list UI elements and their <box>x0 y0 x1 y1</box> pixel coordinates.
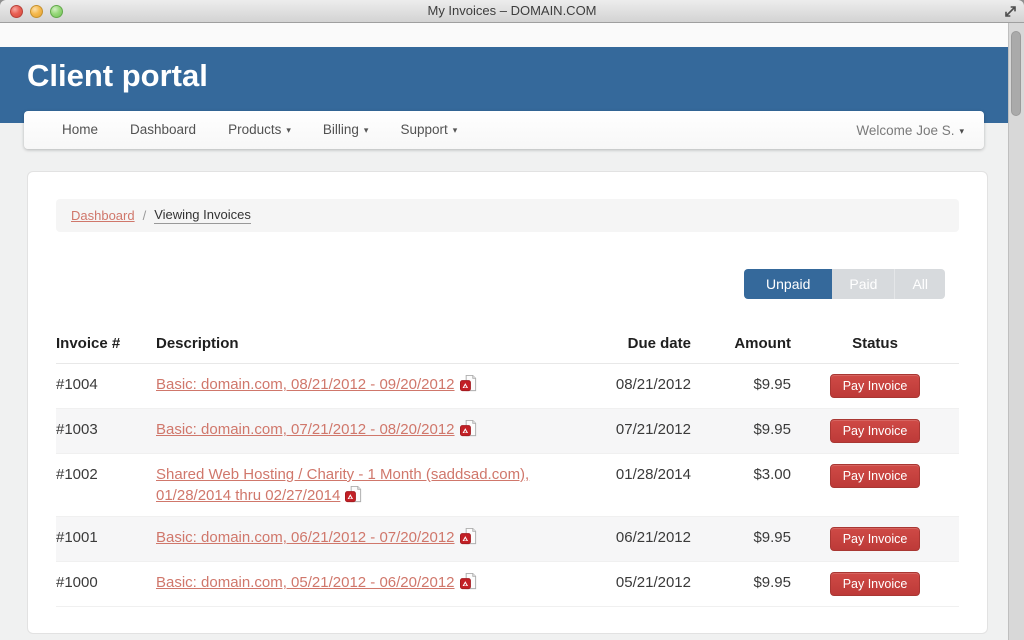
invoice-description-link[interactable]: Basic: domain.com, 07/21/2012 - 08/20/20… <box>156 421 455 438</box>
pdf-icon[interactable] <box>460 527 478 546</box>
page-title: Client portal <box>0 47 1008 93</box>
breadcrumb: Dashboard / Viewing Invoices <box>56 199 959 232</box>
pdf-icon[interactable] <box>460 374 478 393</box>
invoice-row: #1001 Basic: domain.com, 06/21/2012 - 07… <box>56 517 959 562</box>
breadcrumb-separator: / <box>143 208 147 223</box>
invoice-description-link[interactable]: Basic: domain.com, 08/21/2012 - 09/20/20… <box>156 376 455 393</box>
invoice-due-date: 08/21/2012 <box>576 364 691 409</box>
window-titlebar: My Invoices – DOMAIN.COM <box>0 0 1024 23</box>
main-navbar: Home Dashboard Products▾ Billing▾ Suppor… <box>24 111 984 149</box>
table-header-row: Invoice # Description Due date Amount St… <box>56 329 959 364</box>
browser-window: My Invoices – DOMAIN.COM Client portal H… <box>0 0 1024 640</box>
invoice-description-link[interactable]: Basic: domain.com, 06/21/2012 - 07/20/20… <box>156 529 455 546</box>
invoice-due-date: 07/21/2012 <box>576 409 691 454</box>
invoice-number: #1004 <box>56 364 156 409</box>
breadcrumb-dashboard-link[interactable]: Dashboard <box>71 208 135 223</box>
chevron-down-icon: ▾ <box>286 111 291 149</box>
invoice-due-date: 05/21/2012 <box>576 562 691 607</box>
pdf-icon[interactable] <box>460 419 478 438</box>
col-header-amount: Amount <box>691 329 791 364</box>
invoice-number: #1003 <box>56 409 156 454</box>
col-header-due-date: Due date <box>576 329 691 364</box>
fullscreen-resize-icon[interactable] <box>1003 4 1018 19</box>
pdf-icon[interactable] <box>460 572 478 591</box>
pay-invoice-button[interactable]: Pay Invoice <box>830 464 921 488</box>
invoice-row: #1004 Basic: domain.com, 08/21/2012 - 09… <box>56 364 959 409</box>
invoices-table: Invoice # Description Due date Amount St… <box>56 329 959 607</box>
col-header-invoice: Invoice # <box>56 329 156 364</box>
invoice-row: #1002 Shared Web Hosting / Charity - 1 M… <box>56 454 959 517</box>
invoice-amount: $3.00 <box>691 454 791 517</box>
invoice-amount: $9.95 <box>691 364 791 409</box>
nav-item-support[interactable]: Support▾ <box>384 111 473 149</box>
browser-scrollbar[interactable] <box>1008 23 1024 640</box>
filter-all-button[interactable]: All <box>894 269 945 299</box>
scrollbar-thumb[interactable] <box>1011 31 1021 116</box>
invoice-number: #1001 <box>56 517 156 562</box>
breadcrumb-current: Viewing Invoices <box>154 207 251 224</box>
filter-paid-button[interactable]: Paid <box>832 269 894 299</box>
nav-item-dashboard[interactable]: Dashboard <box>114 111 212 149</box>
invoice-row: #1003 Basic: domain.com, 07/21/2012 - 08… <box>56 409 959 454</box>
invoice-amount: $9.95 <box>691 562 791 607</box>
page-top-strip <box>0 23 1008 47</box>
invoice-due-date: 06/21/2012 <box>576 517 691 562</box>
invoice-amount: $9.95 <box>691 517 791 562</box>
pay-invoice-button[interactable]: Pay Invoice <box>830 374 921 398</box>
nav-item-billing[interactable]: Billing▾ <box>307 111 385 149</box>
nav-item-home[interactable]: Home <box>46 111 114 149</box>
filter-unpaid-button[interactable]: Unpaid <box>744 269 832 299</box>
pay-invoice-button[interactable]: Pay Invoice <box>830 527 921 551</box>
window-title: My Invoices – DOMAIN.COM <box>0 0 1024 22</box>
col-header-status: Status <box>791 329 959 364</box>
invoice-description-link[interactable]: Basic: domain.com, 05/21/2012 - 06/20/20… <box>156 574 455 591</box>
content-card: Dashboard / Viewing Invoices Unpaid Paid… <box>27 171 988 634</box>
pay-invoice-button[interactable]: Pay Invoice <box>830 572 921 596</box>
invoice-number: #1000 <box>56 562 156 607</box>
invoice-filters: Unpaid Paid All <box>56 269 945 299</box>
pay-invoice-button[interactable]: Pay Invoice <box>830 419 921 443</box>
pdf-icon[interactable] <box>345 485 363 504</box>
invoice-description-link[interactable]: Shared Web Hosting / Charity - 1 Month (… <box>156 466 529 504</box>
chevron-down-icon: ▾ <box>959 126 964 137</box>
invoice-row: #1000 Basic: domain.com, 05/21/2012 - 06… <box>56 562 959 607</box>
user-menu[interactable]: Welcome Joe S.▾ <box>856 123 964 138</box>
col-header-description: Description <box>156 329 576 364</box>
invoice-number: #1002 <box>56 454 156 517</box>
chevron-down-icon: ▾ <box>364 111 369 149</box>
nav-item-products[interactable]: Products▾ <box>212 111 307 149</box>
invoice-due-date: 01/28/2014 <box>576 454 691 517</box>
invoice-amount: $9.95 <box>691 409 791 454</box>
page-viewport: Client portal Home Dashboard Products▾ B… <box>0 23 1008 640</box>
chevron-down-icon: ▾ <box>453 111 458 149</box>
